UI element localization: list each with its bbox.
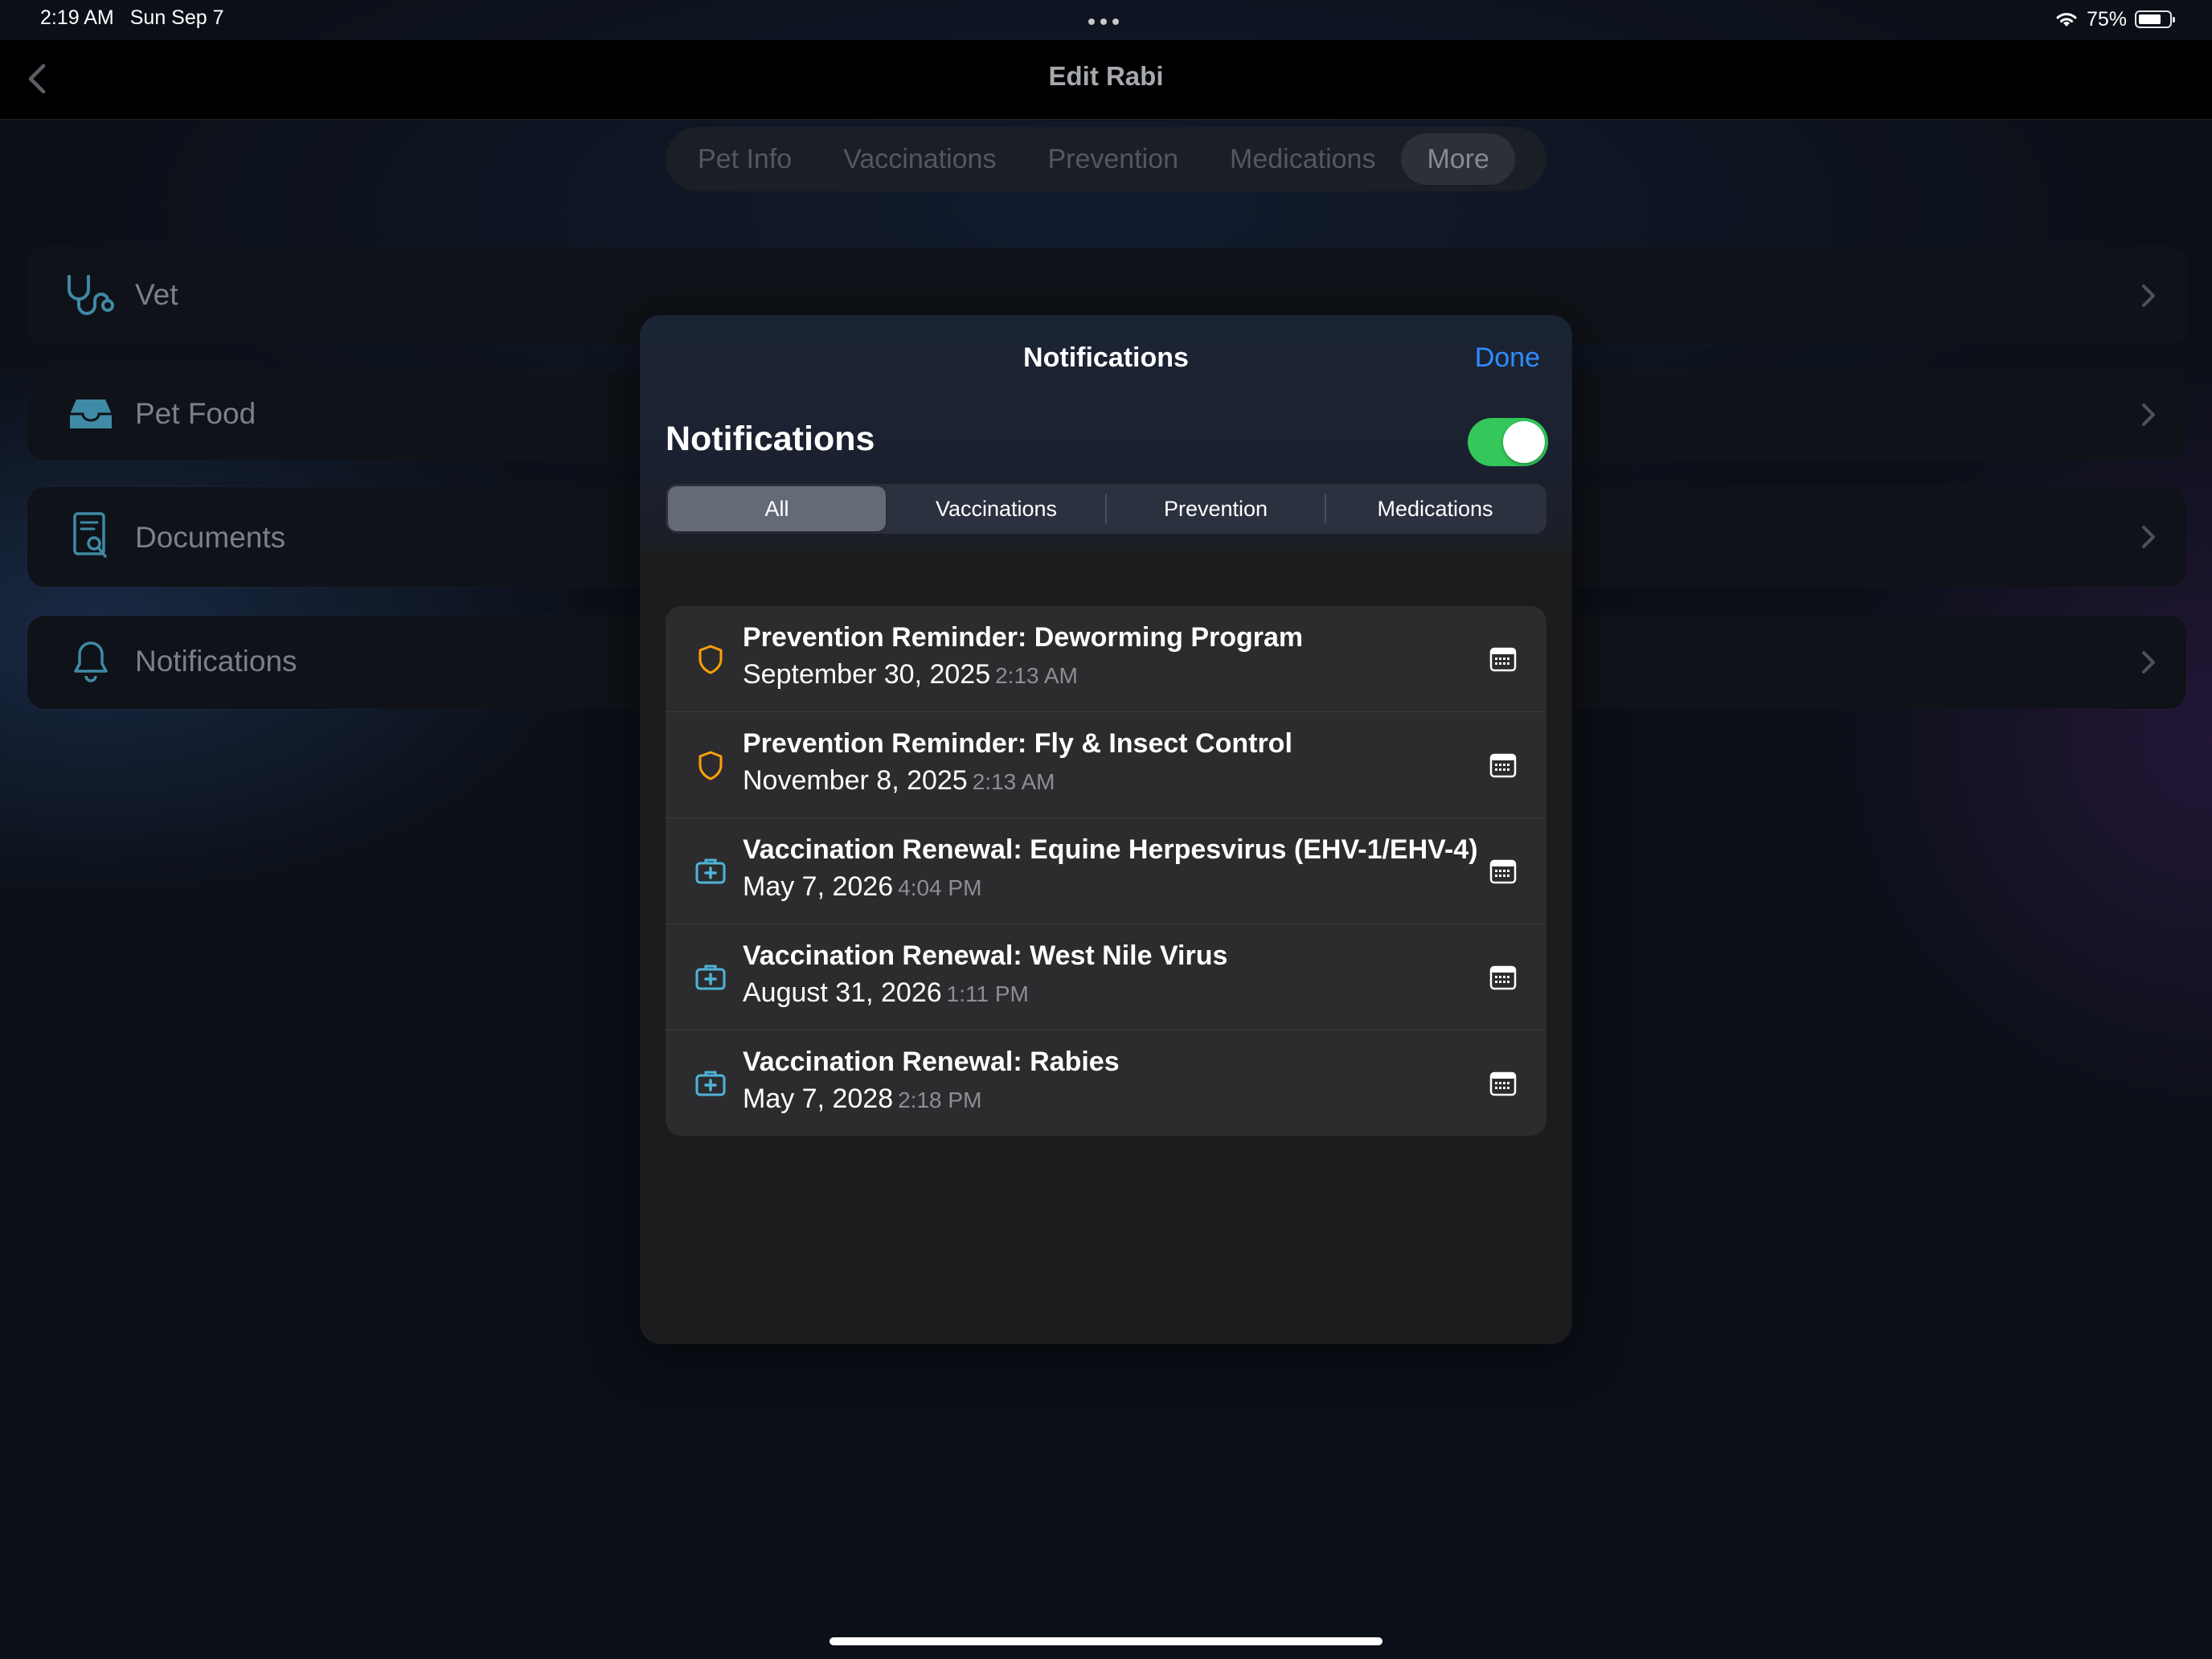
- notification-title: Prevention Reminder: Fly & Insect Contro…: [743, 728, 1292, 759]
- shield-icon: [698, 751, 723, 780]
- filter-segmented-control: All Vaccinations Prevention Medications: [666, 484, 1546, 534]
- tab-vaccinations[interactable]: Vaccinations: [817, 133, 1022, 185]
- home-indicator[interactable]: [830, 1637, 1382, 1645]
- notification-date-text: May 7, 2026: [743, 871, 894, 902]
- notification-list: Prevention Reminder: Deworming Program S…: [666, 606, 1546, 1136]
- notification-date-text: November 8, 2025: [743, 765, 968, 796]
- notification-date: November 8, 2025 2:13 AM: [743, 765, 1055, 797]
- status-date: Sun Sep 7: [129, 6, 224, 29]
- filter-all[interactable]: All: [668, 486, 886, 531]
- notification-date-text: September 30, 2025: [743, 659, 991, 690]
- row-notifications-label: Notifications: [135, 645, 297, 678]
- calendar-icon[interactable]: [1489, 751, 1518, 780]
- calendar-icon[interactable]: [1489, 857, 1518, 886]
- tray-icon: [63, 386, 119, 442]
- notification-date: August 31, 2026 1:11 PM: [743, 977, 1029, 1009]
- tab-more[interactable]: More: [1401, 133, 1515, 185]
- notification-time: 2:13 AM: [972, 769, 1055, 794]
- battery-percent: 75%: [2086, 7, 2127, 31]
- notifications-modal: Notifications Done Notifications All Vac…: [640, 315, 1572, 1344]
- chevron-right-icon: [2142, 526, 2155, 548]
- notification-row[interactable]: Prevention Reminder: Deworming Program S…: [666, 606, 1546, 712]
- wifi-icon: [2056, 13, 2077, 27]
- notification-title: Vaccination Renewal: West Nile Virus: [743, 940, 1228, 971]
- status-time: 2:19 AM: [40, 6, 114, 29]
- notification-title: Prevention Reminder: Deworming Program: [743, 622, 1304, 653]
- notification-time: 4:04 PM: [898, 875, 982, 900]
- filter-vaccinations[interactable]: Vaccinations: [887, 486, 1105, 531]
- tab-pet-info[interactable]: Pet Info: [672, 133, 817, 185]
- row-documents-label: Documents: [135, 521, 286, 554]
- document-search-icon: [63, 508, 119, 564]
- medical-kit-icon: [695, 858, 726, 884]
- status-indicators: 75%: [2054, 5, 2175, 34]
- shield-icon: [698, 645, 723, 674]
- notification-title: Vaccination Renewal: Rabies: [743, 1047, 1120, 1077]
- notification-date: May 7, 2028 2:18 PM: [743, 1083, 981, 1115]
- notification-time: 2:13 AM: [995, 663, 1078, 688]
- tab-medications[interactable]: Medications: [1204, 133, 1401, 185]
- tab-prevention[interactable]: Prevention: [1022, 133, 1204, 185]
- multitasking-dots-icon[interactable]: [1088, 14, 1125, 25]
- done-button[interactable]: Done: [1475, 342, 1540, 374]
- notification-date-text: August 31, 2026: [743, 977, 942, 1008]
- bell-icon: [63, 633, 119, 690]
- notification-row[interactable]: Vaccination Renewal: Rabies May 7, 2028 2…: [666, 1030, 1546, 1136]
- notification-row[interactable]: Prevention Reminder: Fly & Insect Contro…: [666, 712, 1546, 818]
- calendar-icon[interactable]: [1489, 963, 1518, 992]
- status-time-date: 2:19 AM Sun Sep 7: [40, 6, 240, 30]
- calendar-icon[interactable]: [1489, 645, 1518, 674]
- medical-kit-icon: [695, 965, 726, 990]
- notification-row[interactable]: Vaccination Renewal: Equine Herpesvirus …: [666, 818, 1546, 924]
- notification-time: 1:11 PM: [946, 981, 1029, 1006]
- chevron-right-icon: [2142, 651, 2155, 674]
- top-tab-bar: Pet Info Vaccinations Prevention Medicat…: [666, 127, 1546, 191]
- calendar-icon[interactable]: [1489, 1069, 1518, 1098]
- stethoscope-icon: [63, 268, 119, 324]
- filter-prevention[interactable]: Prevention: [1107, 486, 1325, 531]
- filter-medications[interactable]: Medications: [1326, 486, 1544, 531]
- chevron-right-icon: [2142, 403, 2155, 426]
- notification-row[interactable]: Vaccination Renewal: West Nile Virus Aug…: [666, 924, 1546, 1030]
- notification-date: May 7, 2026 4:04 PM: [743, 871, 981, 903]
- notification-time: 2:18 PM: [898, 1088, 982, 1112]
- notification-date: September 30, 2025 2:13 AM: [743, 659, 1078, 690]
- battery-icon: [2135, 10, 2175, 28]
- notifications-section-title: Notifications: [666, 420, 875, 458]
- chevron-right-icon: [2142, 285, 2155, 307]
- navigation-bar: Edit Rabi: [0, 40, 2212, 120]
- modal-title: Notifications: [1023, 342, 1189, 373]
- toggle-knob: [1503, 421, 1545, 463]
- notification-title: Vaccination Renewal: Equine Herpesvirus …: [743, 834, 1478, 865]
- row-vet-label: Vet: [135, 278, 178, 311]
- row-pet-food-label: Pet Food: [135, 397, 256, 430]
- status-bar: 2:19 AM Sun Sep 7 75%: [0, 0, 2212, 40]
- notifications-toggle[interactable]: [1468, 418, 1548, 466]
- medical-kit-icon: [695, 1071, 726, 1096]
- notification-date-text: May 7, 2028: [743, 1083, 894, 1114]
- page-title: Edit Rabi: [1048, 61, 1164, 91]
